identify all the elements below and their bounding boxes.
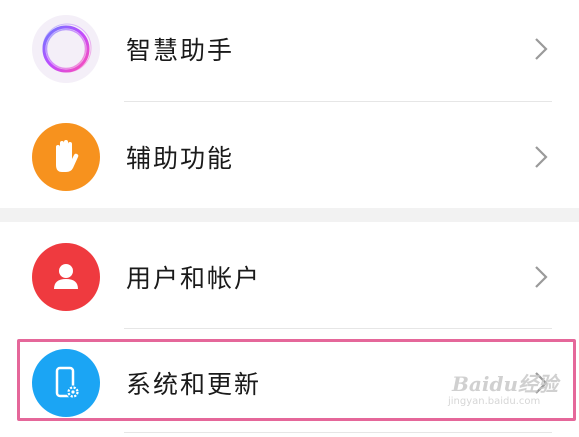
settings-item-users-accounts[interactable]: 用户和帐户 <box>0 240 579 314</box>
chevron-right-icon <box>535 38 548 60</box>
user-icon <box>32 243 100 311</box>
hand-icon <box>32 123 100 191</box>
section-separator <box>0 208 579 222</box>
chevron-right-icon <box>535 146 548 168</box>
watermark-url: jingyan.baidu.com <box>448 396 541 407</box>
divider <box>124 432 552 433</box>
settings-item-label: 用户和帐户 <box>126 264 262 293</box>
chevron-right-icon <box>535 266 548 288</box>
settings-item-accessibility[interactable]: 辅助功能 <box>0 120 579 194</box>
divider <box>124 101 552 102</box>
settings-item-label: 智慧助手 <box>126 36 235 65</box>
settings-item-smart-assistant[interactable]: 智慧助手 <box>0 12 579 86</box>
settings-item-label: 辅助功能 <box>126 144 235 173</box>
divider <box>124 328 552 329</box>
settings-screen: 智慧助手 辅助功能 用户和帐户 系统和更新 Baidu经验 jingyan.ba… <box>0 0 579 437</box>
assistant-ring-icon <box>32 15 100 83</box>
watermark: Baidu经验 <box>452 372 558 396</box>
